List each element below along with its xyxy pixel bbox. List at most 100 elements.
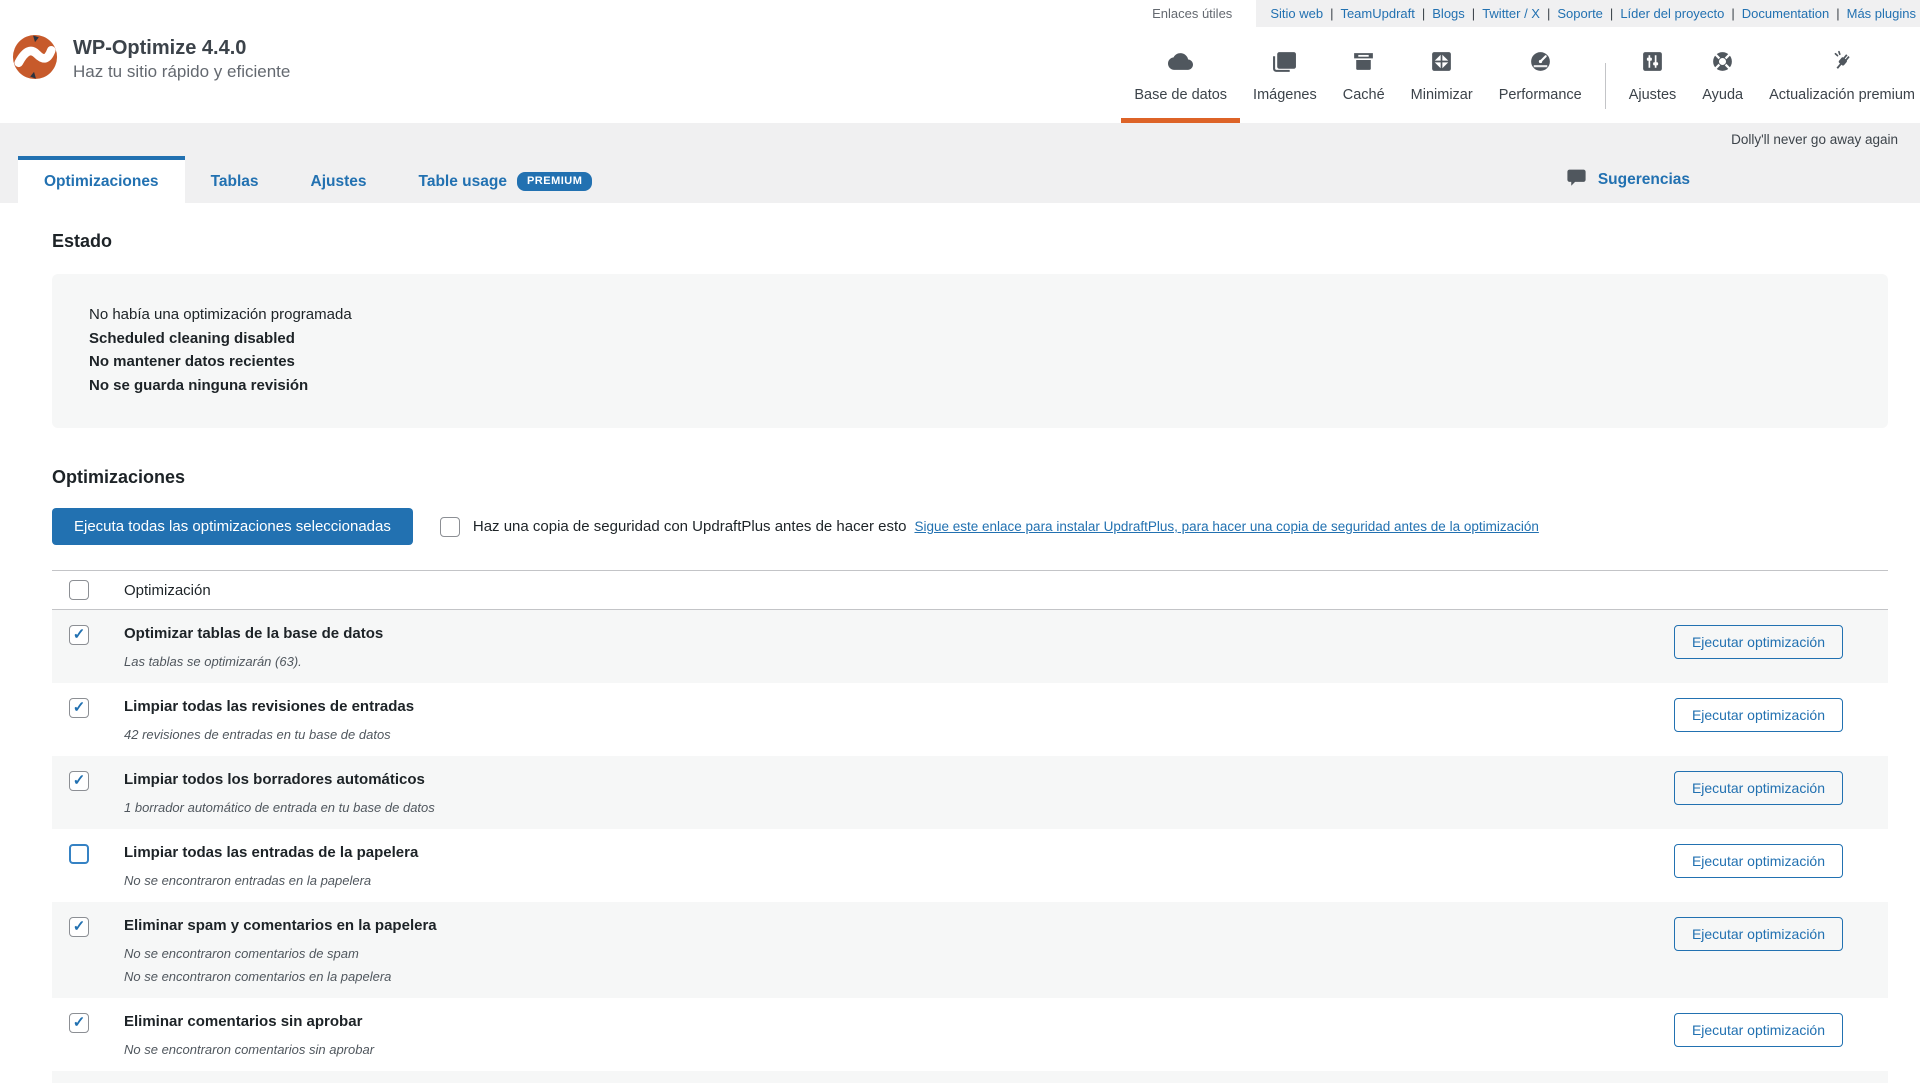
table-row: Limpiar todas las revisiones de entradas…: [52, 683, 1888, 756]
link-mas-plugins[interactable]: Más plugins: [1847, 6, 1916, 21]
cloud-icon: [1168, 49, 1193, 79]
install-updraftplus-link[interactable]: Sigue este enlace para instalar UpdraftP…: [914, 519, 1538, 534]
link-sitio-web[interactable]: Sitio web: [1270, 6, 1323, 21]
row-title: Eliminar spam y comentarios en la papele…: [124, 917, 437, 935]
row-subtitle: 1 borrador automático de entrada en tu b…: [124, 800, 435, 815]
run-optimization-button[interactable]: Ejecutar optimización: [1674, 698, 1843, 732]
row-checkbox[interactable]: [69, 698, 89, 718]
status-line: No se guarda ninguna revisión: [89, 374, 1868, 398]
plug-icon: [1830, 49, 1855, 79]
row-subtitle: No se encontraron entradas en la papeler…: [124, 873, 418, 888]
row-title: Optimizar tablas de la base de datos: [124, 625, 383, 643]
help-icon: [1710, 49, 1735, 79]
nav-label: Caché: [1343, 87, 1385, 103]
sliders-icon: [1640, 49, 1665, 79]
table-row: Limpiar todas las entradas de la papeler…: [52, 829, 1888, 902]
table-row: Eliminar comentarios sin aprobar No se e…: [52, 998, 1888, 1071]
link-separator: |: [1422, 6, 1425, 21]
table-row: Optimizar tablas de la base de datos Las…: [52, 610, 1888, 683]
nav-item-imagenes[interactable]: Imágenes: [1240, 49, 1330, 123]
optimizations-panel: Estado No había una optimización program…: [0, 203, 1920, 1083]
link-separator: |: [1610, 6, 1613, 21]
row-title: Eliminar comentarios sin aprobar: [124, 1013, 374, 1031]
table-header-label: Optimización: [124, 582, 211, 599]
row-checkbox[interactable]: [69, 844, 89, 864]
table-header-row: Optimización: [52, 570, 1888, 610]
run-optimization-button[interactable]: Ejecutar optimización: [1674, 625, 1843, 659]
run-optimization-button[interactable]: Ejecutar optimización: [1674, 1013, 1843, 1047]
row-checkbox[interactable]: [69, 625, 89, 645]
nav-label: Actualización premium: [1769, 87, 1915, 103]
nav-divider: [1605, 63, 1606, 109]
link-separator: |: [1836, 6, 1839, 21]
row-subtitle: No se encontraron comentarios de spam: [124, 946, 437, 961]
backup-checkbox-label[interactable]: Haz una copia de seguridad con UpdraftPl…: [473, 518, 907, 535]
table-row: Eliminar spam y comentarios en la papele…: [52, 902, 1888, 998]
main-nav: Base de datos Imágenes Caché Minimizar P…: [1121, 49, 1920, 123]
link-teamupdraft[interactable]: TeamUpdraft: [1340, 6, 1414, 21]
optimizations-heading: Optimizaciones: [52, 467, 1888, 487]
tab-label: Table usage: [419, 173, 507, 191]
link-soporte[interactable]: Soporte: [1557, 6, 1603, 21]
suggestions-label: Sugerencias: [1598, 171, 1690, 189]
status-box: No había una optimización programada Sch…: [52, 274, 1888, 428]
brand: WP-Optimize 4.4.0 Haz tu sitio rápido y …: [12, 34, 290, 85]
row-subtitle: No se encontraron comentarios sin aproba…: [124, 1042, 374, 1057]
run-all-optimizations-button[interactable]: Ejecuta todas las optimizaciones selecci…: [52, 508, 413, 545]
nav-label: Minimizar: [1411, 87, 1473, 103]
nav-item-actualizacion-premium[interactable]: Actualización premium: [1756, 49, 1920, 123]
select-all-checkbox[interactable]: [69, 580, 89, 600]
row-title: Limpiar todos los borradores automáticos: [124, 771, 435, 789]
run-all-row: Ejecuta todas las optimizaciones selecci…: [52, 508, 1888, 545]
link-blogs[interactable]: Blogs: [1432, 6, 1465, 21]
row-checkbox[interactable]: [69, 1013, 89, 1033]
link-separator: |: [1472, 6, 1475, 21]
status-heading: Estado: [52, 231, 1888, 251]
nav-label: Imágenes: [1253, 87, 1317, 103]
tab-ajustes[interactable]: Ajustes: [285, 156, 393, 203]
tab-bar: Optimizaciones Tablas Ajustes Table usag…: [0, 156, 1920, 203]
row-checkbox[interactable]: [69, 917, 89, 937]
nav-item-cache[interactable]: Caché: [1330, 49, 1398, 123]
run-optimization-button[interactable]: Ejecutar optimización: [1674, 771, 1843, 805]
suggestions-button[interactable]: Sugerencias: [1566, 167, 1690, 193]
nav-label: Ayuda: [1702, 87, 1743, 103]
admin-notice-strip: Dolly'll never go away again: [0, 123, 1920, 156]
wp-optimize-logo-icon: [12, 34, 58, 85]
tab-optimizaciones[interactable]: Optimizaciones: [18, 156, 185, 203]
tab-label: Optimizaciones: [44, 173, 159, 191]
nav-item-ayuda[interactable]: Ayuda: [1689, 49, 1756, 123]
external-links: Sitio web | TeamUpdraft | Blogs | Twitter /…: [1256, 0, 1920, 27]
tab-tablas[interactable]: Tablas: [185, 156, 285, 203]
useful-links-bar: Enlaces útiles Sitio web| TeamUpdraft| B…: [0, 0, 1920, 27]
status-line: No mantener datos recientes: [89, 350, 1868, 374]
table-row-partial: [52, 1071, 1888, 1083]
link-separator: |: [1547, 6, 1550, 21]
tab-table-usage[interactable]: Table usage PREMIUM: [393, 156, 619, 203]
compress-icon: [1429, 49, 1454, 79]
nav-label: Ajustes: [1629, 87, 1677, 103]
page-subtitle: Haz tu sitio rápido y eficiente: [73, 60, 290, 84]
link-separator: |: [1731, 6, 1734, 21]
plugin-header: Enlaces útiles Sitio web| TeamUpdraft| B…: [0, 0, 1920, 123]
row-subtitle: 42 revisiones de entradas en tu base de …: [124, 727, 414, 742]
nav-item-base-de-datos[interactable]: Base de datos: [1121, 49, 1240, 123]
nav-label: Base de datos: [1134, 87, 1227, 103]
nav-label: Performance: [1499, 87, 1582, 103]
nav-item-minimizar[interactable]: Minimizar: [1398, 49, 1486, 123]
optimizations-table: Optimización Optimizar tablas de la base…: [52, 570, 1888, 1083]
link-documentation[interactable]: Documentation: [1742, 6, 1829, 21]
run-optimization-button[interactable]: Ejecutar optimización: [1674, 844, 1843, 878]
images-icon: [1272, 49, 1297, 79]
link-lider-proyecto[interactable]: Líder del proyecto: [1620, 6, 1724, 21]
nav-item-ajustes[interactable]: Ajustes: [1616, 49, 1690, 123]
backup-checkbox[interactable]: [440, 517, 460, 537]
row-title: Limpiar todas las revisiones de entradas: [124, 698, 414, 716]
row-subtitle: Las tablas se optimizarán (63).: [124, 654, 383, 669]
nav-item-performance[interactable]: Performance: [1486, 49, 1595, 123]
run-optimization-button[interactable]: Ejecutar optimización: [1674, 917, 1843, 951]
link-twitter[interactable]: Twitter / X: [1482, 6, 1540, 21]
status-line: No había una optimización programada: [89, 303, 1868, 327]
row-checkbox[interactable]: [69, 771, 89, 791]
link-separator: |: [1330, 6, 1333, 21]
